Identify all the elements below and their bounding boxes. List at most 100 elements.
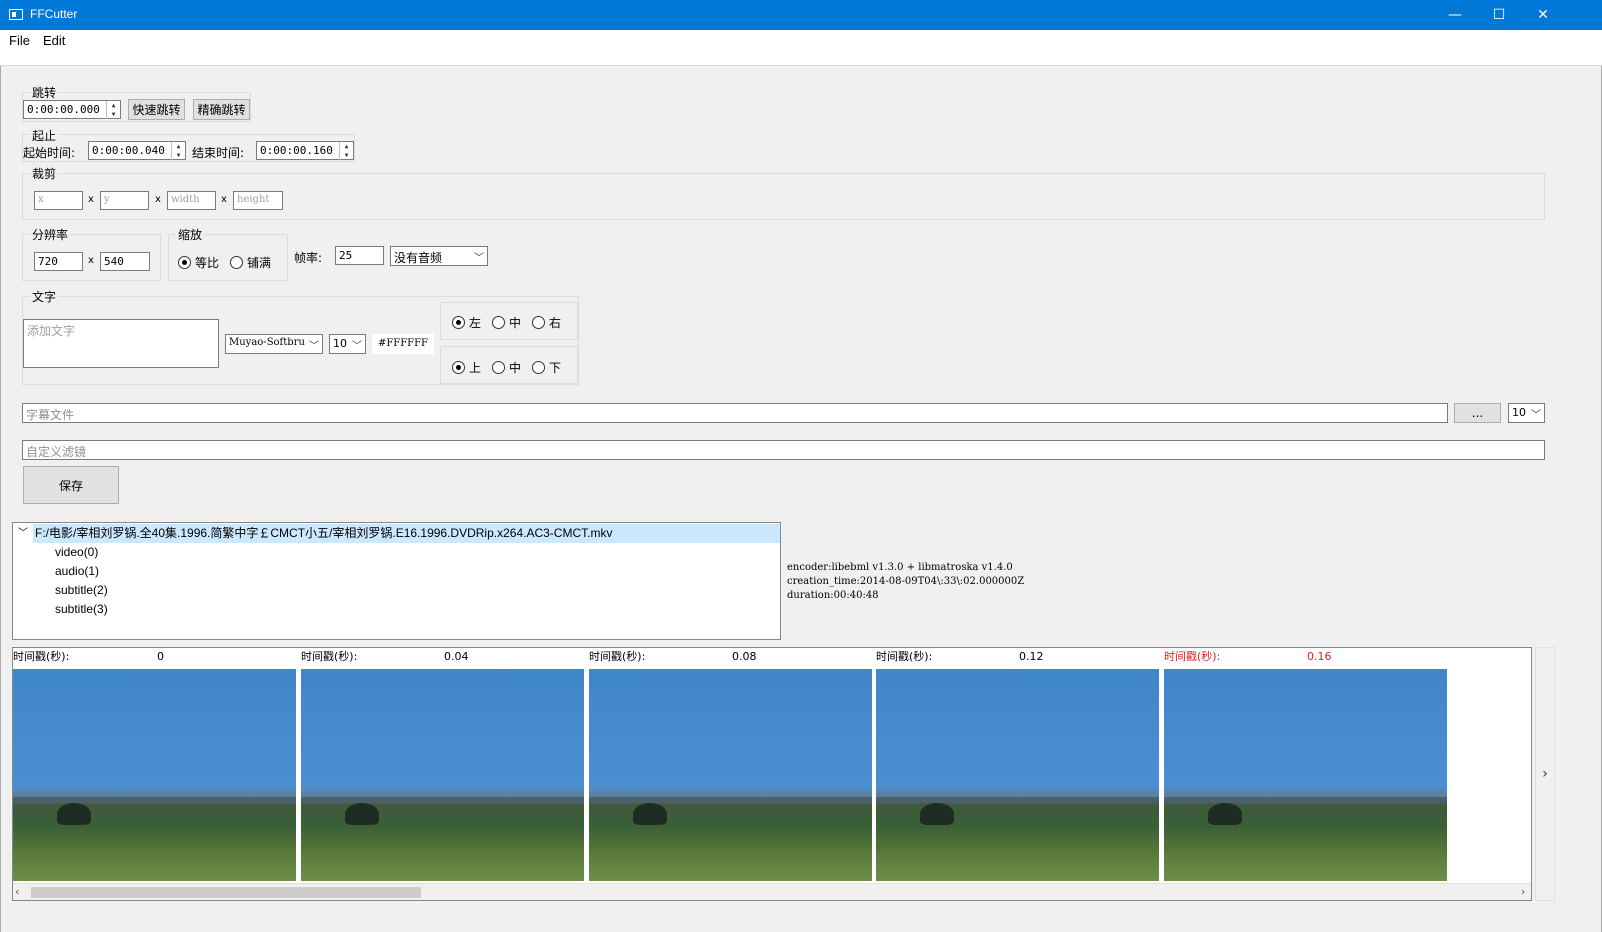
toolbar-area xyxy=(0,52,1602,66)
tree-item-audio[interactable]: audio(1) xyxy=(55,562,99,581)
frame-0-time: 0 xyxy=(157,650,164,663)
crop-height-input[interactable]: height xyxy=(233,191,283,210)
media-metadata: encoder:libebml v1.3.0 + libmatroska v1.… xyxy=(787,561,1024,603)
title-bar: FFCutter — ☐ ✕ xyxy=(0,0,1602,30)
scroll-right-icon[interactable]: › xyxy=(1521,885,1525,898)
scrollbar-thumb[interactable] xyxy=(31,887,421,898)
crop-y-input[interactable]: y xyxy=(100,191,149,210)
precise-jump-button[interactable]: 精确跳转 xyxy=(193,99,250,120)
resolution-width-input[interactable]: 720 xyxy=(34,252,83,271)
crop-sep-1: x xyxy=(88,194,94,205)
frame-4-label: 时间戳(秒): xyxy=(1164,650,1221,663)
frame-2-time: 0.08 xyxy=(732,650,757,663)
font-size-select[interactable]: 10 ﹀ xyxy=(329,334,366,354)
maximize-button[interactable]: ☐ xyxy=(1476,0,1522,30)
metadata-encoder: encoder:libebml v1.3.0 + libmatroska v1.… xyxy=(787,562,1013,573)
menu-file[interactable]: File xyxy=(9,33,30,48)
scale-fill-radio[interactable]: 铺满 xyxy=(230,254,271,271)
range-group-title: 起止 xyxy=(30,127,59,144)
crop-sep-3: x xyxy=(221,194,227,205)
frame-strip: 时间戳(秒): 0 时间戳(秒): 0.04 时间戳(秒): 0.08 时间戳(… xyxy=(12,647,1532,901)
frame-list: 时间戳(秒): 0 时间戳(秒): 0.04 时间戳(秒): 0.08 时间戳(… xyxy=(13,648,1531,883)
tree-root-file[interactable]: F:/电影/宰相刘罗锅.全40集.1996.简繁中字￡CMCT小五/宰相刘罗锅.… xyxy=(33,524,780,543)
tree-item-video[interactable]: video(0) xyxy=(55,543,98,562)
radio-icon xyxy=(532,361,545,374)
frame-0-thumbnail[interactable] xyxy=(13,669,296,881)
start-time-spinner[interactable]: ▲ ▼ xyxy=(171,142,185,160)
app-icon xyxy=(9,9,23,20)
align-left-radio[interactable]: 左 xyxy=(452,314,481,331)
jump-time-spinner[interactable]: ▲ ▼ xyxy=(106,101,120,119)
align-right-radio[interactable]: 右 xyxy=(532,314,561,331)
crop-group-title: 裁剪 xyxy=(30,165,59,182)
align-bottom-radio[interactable]: 下 xyxy=(532,359,561,376)
scroll-left-icon[interactable]: ‹ xyxy=(15,885,19,898)
subtitle-size-select[interactable]: 10 ﹀ xyxy=(1508,403,1545,423)
align-top-radio[interactable]: 上 xyxy=(452,359,481,376)
fps-input[interactable]: 25 xyxy=(335,246,384,265)
radio-selected-icon xyxy=(452,316,465,329)
crop-sep-2: x xyxy=(155,194,161,205)
window-title: FFCutter xyxy=(30,7,78,21)
close-button[interactable]: ✕ xyxy=(1520,0,1566,30)
jump-group-title: 跳转 xyxy=(30,84,59,101)
crop-width-input[interactable]: width xyxy=(167,191,216,210)
frame-1-time: 0.04 xyxy=(444,650,469,663)
resolution-height-input[interactable]: 540 xyxy=(100,252,150,271)
end-time-label: 结束时间: xyxy=(192,146,245,160)
custom-filter-input[interactable]: 自定义滤镜 xyxy=(22,440,1545,460)
font-select[interactable]: Muyao-Softbru ﹀ xyxy=(225,334,323,354)
next-frames-button[interactable]: › xyxy=(1535,647,1555,901)
scale-group-title: 缩放 xyxy=(176,226,205,243)
frame-3-time: 0.12 xyxy=(1019,650,1044,663)
resolution-sep: x xyxy=(88,255,94,266)
collapse-icon[interactable]: ﹀ xyxy=(18,524,28,539)
scale-keep-radio[interactable]: 等比 xyxy=(178,254,219,271)
browse-button[interactable]: ... xyxy=(1454,403,1501,423)
text-content-input[interactable]: 添加文字 xyxy=(23,319,219,368)
text-group-title: 文字 xyxy=(30,288,59,305)
metadata-creation-time: creation_time:2014-08-09T04\:33\:02.0000… xyxy=(787,576,1025,587)
fps-label: 帧率: xyxy=(294,251,323,265)
align-middle-radio[interactable]: 中 xyxy=(492,359,521,376)
end-time-spinner[interactable]: ▲ ▼ xyxy=(339,142,353,160)
save-button[interactable]: 保存 xyxy=(23,466,119,504)
minimize-button[interactable]: — xyxy=(1432,0,1478,30)
radio-icon xyxy=(492,361,505,374)
subtitle-file-input[interactable]: 字幕文件 xyxy=(22,403,1448,423)
stream-tree[interactable]: ﹀ F:/电影/宰相刘罗锅.全40集.1996.简繁中字￡CMCT小五/宰相刘罗… xyxy=(12,522,781,640)
frame-4-thumbnail[interactable] xyxy=(1164,669,1447,881)
chevron-down-icon: ﹀ xyxy=(1531,410,1541,421)
tree-item-subtitle-3[interactable]: subtitle(3) xyxy=(55,600,108,619)
align-center-radio[interactable]: 中 xyxy=(492,314,521,331)
chevron-down-icon: ﹀ xyxy=(474,253,484,264)
frame-4-time: 0.16 xyxy=(1307,650,1332,663)
tree-item-subtitle-2[interactable]: subtitle(2) xyxy=(55,581,108,600)
frame-1-label: 时间戳(秒): xyxy=(301,650,358,663)
frame-2-label: 时间戳(秒): xyxy=(589,650,646,663)
horizontal-scrollbar[interactable]: ‹ › xyxy=(13,883,1531,900)
frame-3-thumbnail[interactable] xyxy=(876,669,1159,881)
chevron-right-icon: › xyxy=(1542,766,1548,782)
start-time-input[interactable]: 0:00:00.040 ▲ ▼ xyxy=(88,141,186,160)
chevron-down-icon: ﹀ xyxy=(309,341,319,352)
text-color-picker[interactable]: #FFFFFF xyxy=(372,334,434,354)
frame-2-thumbnail[interactable] xyxy=(589,669,872,881)
jump-time-input[interactable]: 0:00:00.000 ▲ ▼ xyxy=(23,100,121,119)
metadata-duration: duration:00:40:48 xyxy=(787,590,879,601)
radio-selected-icon xyxy=(178,256,191,269)
chevron-down-icon: ﹀ xyxy=(352,341,362,352)
radio-selected-icon xyxy=(452,361,465,374)
end-time-input[interactable]: 0:00:00.160 ▲ ▼ xyxy=(256,141,354,160)
menu-edit[interactable]: Edit xyxy=(43,33,65,48)
fast-jump-button[interactable]: 快速跳转 xyxy=(128,99,185,120)
frame-1-thumbnail[interactable] xyxy=(301,669,584,881)
radio-icon xyxy=(532,316,545,329)
frame-0-label: 时间戳(秒): xyxy=(13,650,70,663)
radio-icon xyxy=(492,316,505,329)
radio-icon xyxy=(230,256,243,269)
crop-x-input[interactable]: x xyxy=(34,191,83,210)
audio-select[interactable]: 没有音频 ﹀ xyxy=(390,246,488,266)
menu-bar: File Edit xyxy=(0,30,1602,52)
resolution-group-title: 分辨率 xyxy=(30,226,71,243)
